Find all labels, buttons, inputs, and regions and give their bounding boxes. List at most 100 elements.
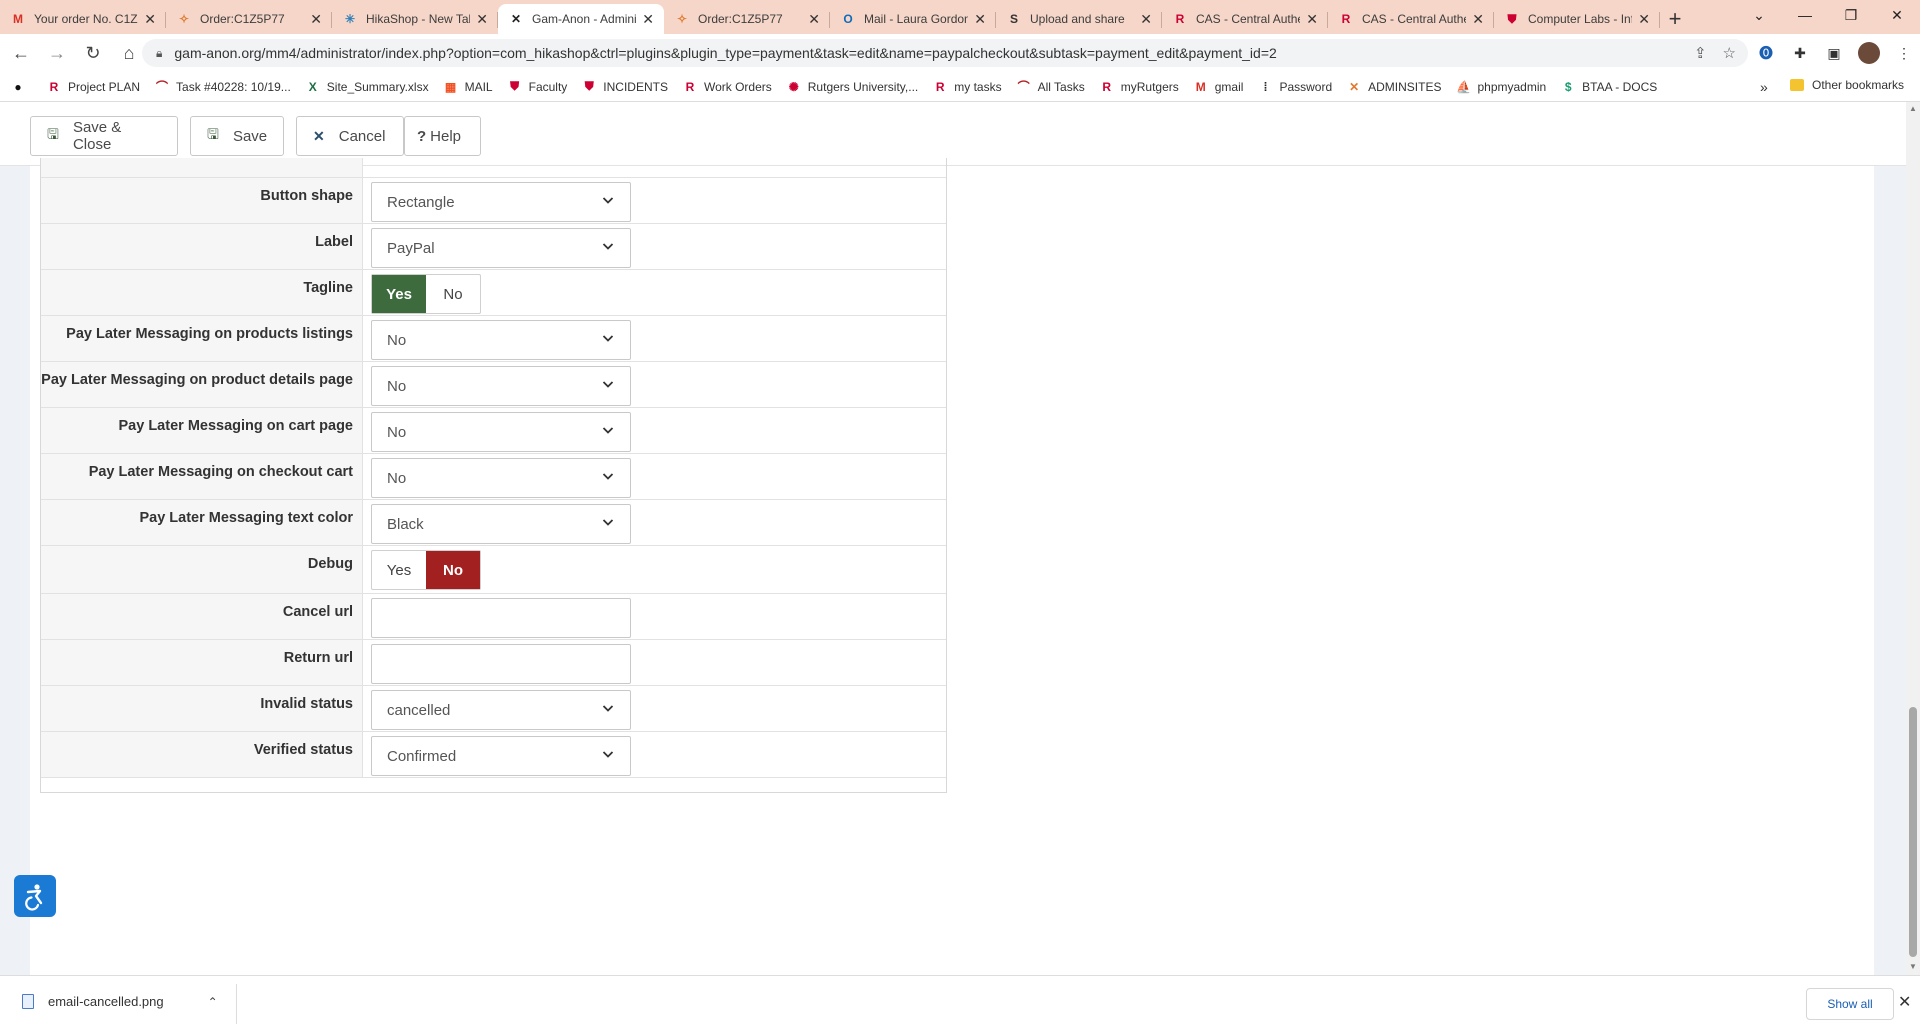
cancel-button[interactable]: ✕ Cancel: [296, 116, 404, 156]
select-dropdown[interactable]: Rectangle: [371, 182, 631, 222]
bookmark-item[interactable]: Mgmail: [1193, 79, 1244, 95]
tab-close-icon[interactable]: ✕: [1306, 11, 1318, 28]
bookmark-item[interactable]: RmyRutgers: [1099, 79, 1179, 95]
select-dropdown[interactable]: No: [371, 412, 631, 452]
close-icon[interactable]: ✕: [1898, 992, 1911, 1012]
bookmark-item[interactable]: ✕ ADMINSITES: [1346, 79, 1441, 95]
save-close-button[interactable]: 🖫︎ Save & Close: [30, 116, 178, 156]
password-manager-icon[interactable]: ⓿: [1756, 43, 1776, 63]
browser-tab[interactable]: ✳ HikaShop - New Tab ✕: [332, 4, 498, 34]
bookmark-item[interactable]: X Site_Summary.xlsx: [305, 79, 429, 95]
tab-close-icon[interactable]: ✕: [642, 11, 654, 28]
toggle-yes-option[interactable]: Yes: [372, 275, 426, 313]
select-dropdown[interactable]: Confirmed: [371, 736, 631, 776]
toggle-no-option[interactable]: No: [426, 275, 480, 313]
select-dropdown[interactable]: No: [371, 366, 631, 406]
scrollbar-thumb[interactable]: [1909, 707, 1917, 957]
bookmark-item[interactable]: ⌒ All Tasks: [1016, 79, 1085, 95]
other-bookmarks[interactable]: Other bookmarks: [1790, 78, 1904, 92]
tab-close-icon[interactable]: ✕: [310, 11, 322, 28]
lock-icon[interactable]: 🔒︎: [156, 46, 162, 61]
bookmark-item[interactable]: Rmy tasks: [932, 79, 1002, 95]
scroll-down-icon[interactable]: ▼: [1909, 962, 1917, 971]
browser-tab[interactable]: ✕ Gam-Anon - Administration ✕: [498, 4, 664, 34]
bookmark-item[interactable]: ⛵ phpmyadmin: [1455, 79, 1546, 95]
scroll-up-icon[interactable]: ▲: [1909, 104, 1917, 113]
forward-icon[interactable]: →: [42, 38, 72, 68]
reload-icon[interactable]: ↻: [78, 38, 108, 68]
bookmarks-overflow-icon[interactable]: »: [1760, 79, 1768, 95]
browser-tab[interactable]: M Your order No. C1Z5P77 ✕: [0, 4, 166, 34]
select-dropdown[interactable]: Black: [371, 504, 631, 544]
restore-button[interactable]: ❐: [1828, 0, 1874, 30]
star-icon[interactable]: ☆: [1723, 44, 1736, 62]
browser-tab[interactable]: S Upload and share ✕: [996, 4, 1162, 34]
chevron-down-icon: [602, 469, 614, 481]
form-footer-spacer: [41, 778, 946, 792]
url-input[interactable]: [371, 598, 631, 638]
avatar[interactable]: [1858, 42, 1880, 64]
bookmark-item[interactable]: $ BTAA - DOCS: [1560, 79, 1657, 95]
bookmark-item[interactable]: R Work Orders: [682, 79, 772, 95]
tab-close-icon[interactable]: ✕: [1140, 11, 1152, 28]
share-icon[interactable]: ⇪: [1694, 44, 1707, 62]
bookmark-item[interactable]: ●: [10, 79, 32, 95]
bookmark-item[interactable]: ▦ MAIL: [443, 79, 493, 95]
tab-title: Your order No. C1Z5P77: [34, 12, 138, 26]
chevron-up-icon[interactable]: ⌃: [208, 995, 218, 1009]
tab-close-icon[interactable]: ✕: [144, 11, 156, 28]
toggle-yes-option[interactable]: Yes: [372, 551, 426, 589]
select-dropdown[interactable]: cancelled: [371, 690, 631, 730]
browser-tab[interactable]: ⛊ Computer Labs - Information ✕: [1494, 4, 1660, 34]
tab-close-icon[interactable]: ✕: [1472, 11, 1484, 28]
side-panel-icon[interactable]: ▣: [1824, 43, 1844, 63]
menu-kebab-icon[interactable]: ⋮: [1894, 43, 1914, 63]
bookmark-item[interactable]: ✺ Rutgers University,...: [786, 79, 919, 95]
url-input[interactable]: [371, 644, 631, 684]
extensions-puzzle-icon[interactable]: ✚: [1790, 43, 1810, 63]
tab-close-icon[interactable]: ✕: [476, 11, 488, 28]
form-row: Verified status Confirmed: [41, 732, 946, 778]
omnibox-actions: ⇪ ☆: [1694, 44, 1736, 62]
browser-tab[interactable]: R CAS - Central Authentication ✕: [1328, 4, 1494, 34]
bookmark-label: myRutgers: [1120, 79, 1179, 94]
chevron-down-icon: [602, 377, 614, 389]
bookmark-item[interactable]: R Project PLAN: [46, 79, 140, 95]
tab-close-icon[interactable]: ✕: [1638, 11, 1650, 28]
address-bar[interactable]: 🔒︎ gam-anon.org/mm4/administrator/index.…: [142, 39, 1748, 67]
select-dropdown[interactable]: PayPal: [371, 228, 631, 268]
save-button[interactable]: 🖫︎ Save: [190, 116, 284, 156]
back-icon[interactable]: ←: [6, 38, 36, 68]
form-row: Pay Later Messaging on product details p…: [41, 362, 946, 408]
form-row: Label PayPal: [41, 224, 946, 270]
browser-tab[interactable]: O Mail - Laura Gordon ✕: [830, 4, 996, 34]
download-item[interactable]: email-cancelled.png ⌃: [22, 994, 218, 1009]
new-tab-button[interactable]: +: [1660, 4, 1690, 34]
minimize-button[interactable]: —: [1782, 0, 1828, 30]
tab-close-icon[interactable]: ✕: [974, 11, 986, 28]
browser-tab[interactable]: ✧ Order:C1Z5P77 ✕: [664, 4, 830, 34]
password-icon: ⁞: [1263, 79, 1268, 94]
page-scrollbar[interactable]: ▲ ▼: [1906, 102, 1920, 975]
form-row: Pay Later Messaging on checkout cart No: [41, 454, 946, 500]
bookmark-item[interactable]: ⌒ Task #40228: 10/19...: [154, 79, 291, 95]
select-dropdown[interactable]: No: [371, 458, 631, 498]
bookmark-item[interactable]: ⛊ Faculty: [507, 79, 567, 95]
bookmark-item[interactable]: ⁞ Password: [1257, 79, 1332, 95]
home-icon[interactable]: ⌂: [114, 38, 144, 68]
accessibility-button[interactable]: [14, 875, 56, 917]
browser-tab[interactable]: R CAS - Central Authentication ✕: [1162, 4, 1328, 34]
show-all-button[interactable]: Show all: [1806, 988, 1894, 1020]
help-button[interactable]: ? Help: [404, 116, 481, 156]
close-window-button[interactable]: ✕: [1874, 0, 1920, 30]
save-icon: 🖫︎: [207, 126, 219, 142]
bookmark-label: ADMINSITES: [1368, 79, 1442, 94]
tab-close-icon[interactable]: ✕: [808, 11, 820, 28]
form-label: Cancel url: [41, 594, 363, 639]
bookmark-item[interactable]: ⛊ INCIDENTS: [581, 79, 668, 95]
toggle-no-option[interactable]: No: [426, 551, 480, 589]
select-dropdown[interactable]: No: [371, 320, 631, 360]
hikashop-icon: ✧: [676, 12, 688, 26]
tab-search-icon[interactable]: ⌄: [1736, 0, 1782, 30]
browser-tab[interactable]: ✧ Order:C1Z5P77 ✕: [166, 4, 332, 34]
